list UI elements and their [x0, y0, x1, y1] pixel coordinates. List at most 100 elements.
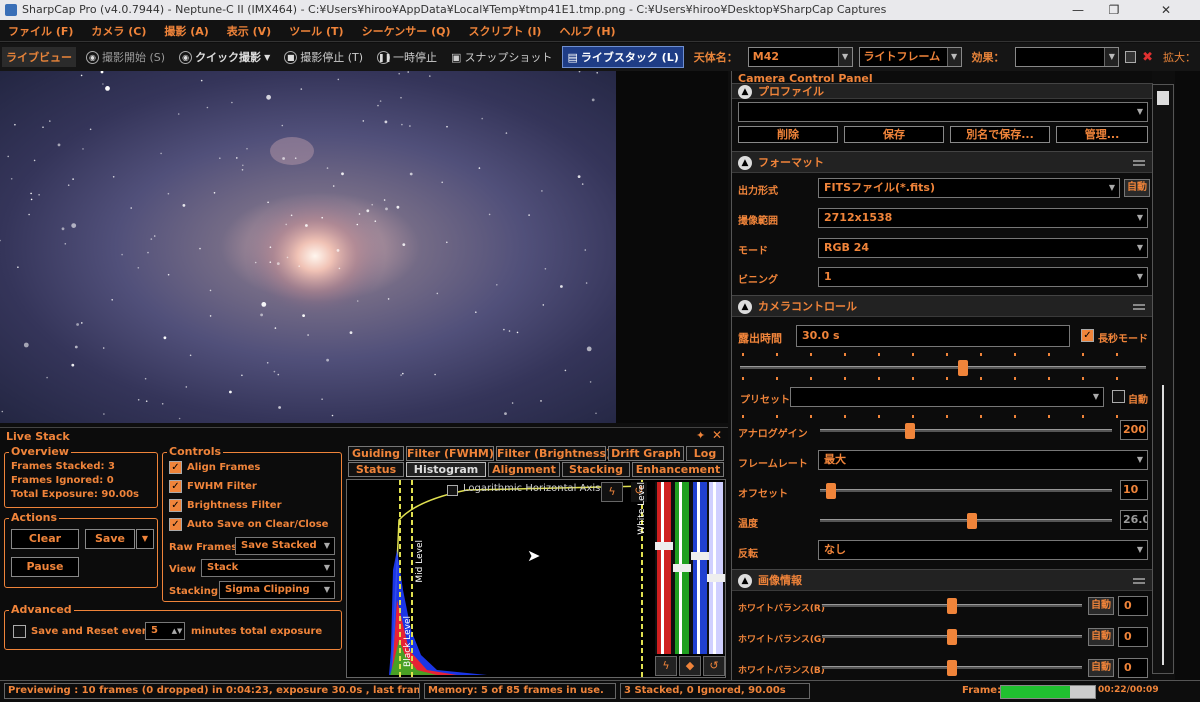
exposure-slider-thumb[interactable] — [958, 360, 968, 376]
output-format-auto-button[interactable]: 自動 — [1124, 179, 1150, 197]
stepper-icon[interactable]: ▲▼ — [170, 623, 184, 639]
exposure-slider[interactable] — [740, 360, 1146, 376]
tab-stacking[interactable]: Stacking — [562, 462, 630, 477]
color-level-sliders[interactable] — [655, 482, 725, 654]
offset-slider[interactable] — [820, 483, 1112, 499]
wb-red-input[interactable]: 0 — [1118, 596, 1148, 616]
stop-capture-button[interactable]: ■ 撮影停止 (T) — [280, 47, 367, 67]
close-icon[interactable]: ✕ — [712, 428, 722, 442]
lightning-icon[interactable]: ϟ — [655, 656, 677, 676]
tab-alignment[interactable]: Alignment — [488, 462, 560, 477]
menu-camera[interactable]: カメラ (C) — [91, 23, 146, 39]
tab-enhancement[interactable]: Enhancement — [632, 462, 724, 477]
save-button[interactable]: Save — [85, 529, 135, 549]
save-reset-minutes-input[interactable]: 5 ▲▼ — [145, 622, 185, 640]
gain-slider[interactable] — [820, 423, 1112, 439]
align-frames-checkbox[interactable]: ✓ — [169, 461, 182, 474]
ccp-scrollbar[interactable] — [1152, 84, 1174, 674]
save-reset-checkbox[interactable] — [13, 625, 26, 638]
live-preview-image[interactable] — [0, 71, 616, 423]
stacking-select[interactable]: Sigma Clipping ▼ — [219, 581, 335, 599]
live-stack-button[interactable]: ▤ ライブスタック (L) — [562, 46, 684, 68]
object-name-combo[interactable]: M42 ▼ — [747, 47, 853, 67]
scrollbar-thumb[interactable] — [1157, 91, 1169, 105]
diamond-icon[interactable]: ◆ — [679, 656, 701, 676]
menu-capture[interactable]: 撮影 (A) — [164, 23, 208, 39]
wb-green-slider-thumb[interactable] — [947, 629, 957, 645]
profile-save-button[interactable]: 保存 — [844, 126, 944, 143]
image-controls-header[interactable]: ▲ 画像情報 — [732, 569, 1153, 591]
frame-type-combo[interactable]: ライトフレーム ▼ — [858, 47, 962, 67]
pause-stack-button[interactable]: Pause — [11, 557, 79, 577]
wb-red-auto-button[interactable]: 自動 — [1088, 597, 1114, 615]
clear-button[interactable]: Clear — [11, 529, 79, 549]
menu-file[interactable]: ファイル (F) — [8, 23, 73, 39]
menu-tools[interactable]: ツール (T) — [289, 23, 343, 39]
wb-red-slider-thumb[interactable] — [947, 598, 957, 614]
close-button[interactable]: ✕ — [1148, 0, 1184, 20]
fwhm-filter-checkbox[interactable]: ✓ — [169, 480, 182, 493]
menu-view[interactable]: 表示 (V) — [227, 23, 271, 39]
tab-guiding[interactable]: Guiding — [348, 446, 404, 461]
lum-level-thumb[interactable] — [707, 574, 725, 582]
pause-button[interactable]: ❚❚ 一時停止 — [373, 47, 441, 67]
brightness-filter-checkbox[interactable]: ✓ — [169, 499, 182, 512]
wb-blue-slider-thumb[interactable] — [947, 660, 957, 676]
wb-red-slider[interactable] — [822, 598, 1082, 614]
wb-blue-slider[interactable] — [822, 660, 1082, 676]
live-view-button[interactable]: ライブビュー — [2, 47, 76, 67]
quick-capture-button[interactable]: ◉ クイック撮影 ▼ — [175, 47, 274, 67]
gain-input[interactable]: 200 — [1120, 420, 1148, 440]
auto-save-checkbox[interactable]: ✓ — [169, 518, 182, 531]
binning-select[interactable]: 1 ▼ — [818, 267, 1148, 287]
menu-sequencer[interactable]: シーケンサー (Q) — [362, 23, 451, 39]
wb-blue-auto-button[interactable]: 自動 — [1088, 659, 1114, 677]
preset-select[interactable]: ▼ — [790, 387, 1104, 407]
frame-rate-select[interactable]: 最大 ▼ — [818, 450, 1148, 470]
red-level-thumb[interactable] — [655, 542, 673, 550]
temperature-slider-thumb[interactable] — [967, 513, 977, 529]
wb-green-input[interactable]: 0 — [1118, 627, 1148, 647]
green-level-thumb[interactable] — [673, 564, 691, 572]
menu-scripting[interactable]: スクリプト (I) — [468, 23, 541, 39]
minimize-button[interactable]: — — [1060, 0, 1096, 20]
profile-manage-button[interactable]: 管理... — [1056, 126, 1148, 143]
exposure-input[interactable]: 30.0 s — [796, 325, 1070, 347]
output-format-select[interactable]: FITSファイル(*.fits) ▼ — [818, 178, 1120, 198]
log-axis-checkbox[interactable] — [447, 485, 458, 496]
temperature-slider[interactable] — [820, 513, 1112, 529]
maximize-button[interactable]: ❐ — [1096, 0, 1132, 20]
tab-drift-graph[interactable]: Drift Graph — [608, 446, 684, 461]
reset-icon[interactable]: ↺ — [703, 656, 725, 676]
capture-area-select[interactable]: 2712x1538 ▼ — [818, 208, 1148, 228]
offset-input[interactable]: 10 — [1120, 480, 1148, 500]
crosshair-icon[interactable]: ✖ — [1142, 50, 1153, 65]
histogram-view[interactable]: Logarithmic Horizontal Axis ϟ ↺ Mid Leve… — [346, 479, 726, 678]
long-exposure-checkbox[interactable]: ✓ — [1081, 329, 1094, 342]
lightning-icon[interactable]: ϟ — [601, 482, 623, 502]
wb-green-auto-button[interactable]: 自動 — [1088, 628, 1114, 646]
save-dropdown-button[interactable]: ▼ — [136, 529, 154, 549]
gain-slider-thumb[interactable] — [905, 423, 915, 439]
raw-frames-select[interactable]: Save Stacked ▼ — [235, 537, 335, 555]
mode-select[interactable]: RGB 24 ▼ — [818, 238, 1148, 258]
rectangle-icon[interactable] — [1125, 51, 1137, 63]
offset-slider-thumb[interactable] — [826, 483, 836, 499]
tab-filter-fwhm[interactable]: Filter (FWHM) — [406, 446, 494, 461]
tab-log[interactable]: Log — [686, 446, 724, 461]
flip-select[interactable]: なし ▼ — [818, 540, 1148, 560]
start-capture-button[interactable]: ◉ 撮影開始 (S) — [82, 47, 169, 67]
view-select[interactable]: Stack ▼ — [201, 559, 335, 577]
profile-save-as-button[interactable]: 別名で保存... — [950, 126, 1050, 143]
tab-status[interactable]: Status — [348, 462, 404, 477]
format-header[interactable]: ▲ フォーマット — [732, 151, 1153, 173]
profile-select[interactable]: ▼ — [738, 102, 1148, 122]
blue-level-thumb[interactable] — [691, 552, 709, 560]
effect-combo[interactable]: ▼ — [1014, 47, 1120, 67]
preset-auto-checkbox[interactable] — [1112, 390, 1125, 403]
pin-icon[interactable]: ✦ — [696, 429, 705, 442]
snapshot-button[interactable]: ▣ スナップショット — [447, 47, 556, 67]
wb-blue-input[interactable]: 0 — [1118, 658, 1148, 678]
camera-controls-header[interactable]: ▲ カメラコントロール — [732, 295, 1153, 317]
profile-header[interactable]: ▲ プロファイル — [732, 83, 1153, 99]
